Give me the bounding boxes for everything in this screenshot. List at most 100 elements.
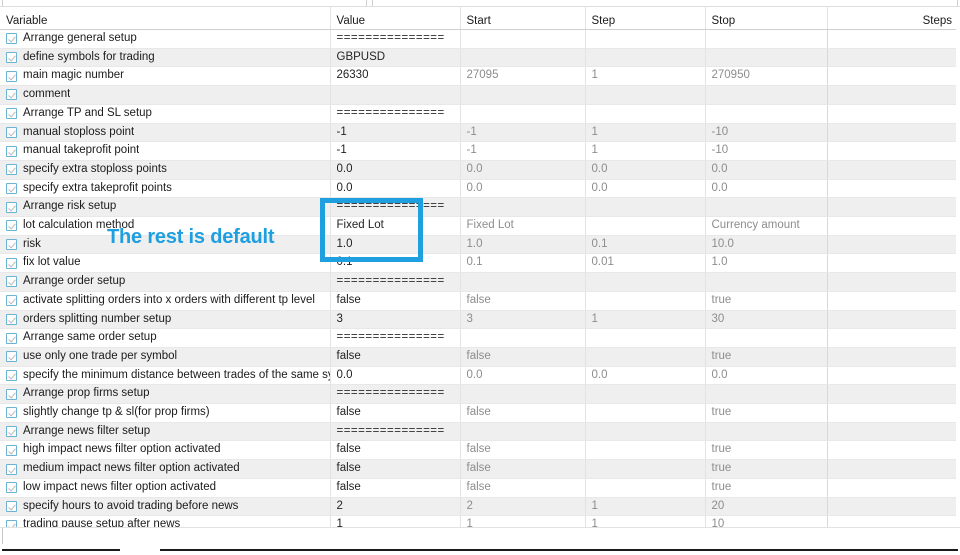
cell-steps[interactable]	[826, 29, 956, 49]
table-row[interactable]: low impact news filter option activated f…	[0, 478, 956, 498]
checkbox-icon[interactable]	[6, 426, 17, 438]
cell-value[interactable]: GBPUSD	[329, 48, 460, 68]
cell-stop[interactable]: 20	[704, 497, 827, 517]
table-row[interactable]: main magic number 26330 27095 1 270950	[0, 66, 956, 87]
parameters-grid[interactable]: Variable Value Start Step Stop Steps Arr…	[0, 7, 960, 554]
cell-start[interactable]: -1	[459, 123, 585, 143]
table-row[interactable]: Arrange same order setup ===============	[0, 328, 956, 348]
cell-variable[interactable]: fix lot value	[0, 253, 330, 274]
cell-steps[interactable]	[826, 497, 956, 517]
checkbox-icon[interactable]	[6, 407, 17, 419]
cell-stop[interactable]	[704, 85, 827, 105]
cell-steps[interactable]	[826, 478, 956, 498]
cell-value[interactable]: Fixed Lot	[329, 216, 460, 236]
cell-step[interactable]	[584, 384, 705, 405]
checkbox-icon[interactable]	[6, 89, 17, 101]
cell-step[interactable]	[584, 48, 705, 68]
table-row[interactable]: slightly change tp & sl(for prop firms) f…	[0, 403, 956, 423]
cell-variable[interactable]: use only one trade per symbol	[0, 347, 330, 367]
cell-step[interactable]: 0.1	[584, 235, 705, 255]
cell-stop[interactable]	[704, 104, 827, 124]
cell-step[interactable]	[584, 85, 705, 105]
cell-stop[interactable]: 0.0	[704, 160, 827, 180]
cell-step[interactable]: 0.01	[584, 253, 705, 274]
table-row[interactable]: lot calculation method Fixed Lot Fixed Lot…	[0, 216, 956, 236]
cell-stop[interactable]	[704, 328, 827, 348]
cell-value[interactable]: ===============	[329, 104, 460, 124]
cell-value[interactable]: ===============	[329, 29, 460, 49]
cell-start[interactable]	[459, 272, 585, 292]
cell-variable[interactable]: manual takeprofit point	[0, 141, 330, 161]
cell-steps[interactable]	[826, 291, 956, 311]
cell-variable[interactable]: Arrange general setup	[0, 29, 330, 49]
cell-variable[interactable]: slightly change tp & sl(for prop firms)	[0, 403, 330, 423]
cell-variable[interactable]: specify hours to avoid trading before ne…	[0, 497, 330, 517]
cell-value[interactable]: -1	[329, 141, 460, 161]
cell-stop[interactable]: true	[704, 347, 827, 367]
table-row[interactable]: Arrange order setup ===============	[0, 272, 956, 292]
cell-steps[interactable]	[826, 422, 956, 442]
cell-variable[interactable]: risk	[0, 235, 330, 255]
cell-value[interactable]	[329, 85, 460, 105]
checkbox-icon[interactable]	[6, 257, 17, 269]
cell-start[interactable]: 1.0	[459, 235, 585, 255]
checkbox-icon[interactable]	[6, 482, 17, 494]
cell-steps[interactable]	[826, 366, 956, 386]
cell-stop[interactable]: Currency amount	[704, 216, 827, 236]
table-row[interactable]: Arrange risk setup ===============	[0, 197, 956, 218]
cell-steps[interactable]	[826, 459, 956, 479]
cell-start[interactable]: 2	[459, 497, 585, 517]
cell-variable[interactable]: Arrange prop firms setup	[0, 384, 330, 405]
cell-value[interactable]: 0.0	[329, 366, 460, 386]
cell-variable[interactable]: orders splitting number setup	[0, 310, 330, 330]
cell-start[interactable]: false	[459, 440, 585, 461]
table-row[interactable]: medium impact news filter option activat…	[0, 459, 956, 479]
cell-start[interactable]	[459, 29, 585, 49]
cell-steps[interactable]	[826, 85, 956, 105]
table-row[interactable]: specify extra takeprofit points 0.0 0.0 0.0…	[0, 179, 956, 199]
cell-start[interactable]: false	[459, 291, 585, 311]
cell-value[interactable]: 2	[329, 497, 460, 517]
cell-step[interactable]: 1	[584, 310, 705, 330]
cell-value[interactable]: ===============	[329, 272, 460, 292]
checkbox-icon[interactable]	[6, 126, 17, 138]
cell-steps[interactable]	[826, 272, 956, 292]
cell-value[interactable]: false	[329, 459, 460, 479]
cell-stop[interactable]: -10	[704, 123, 827, 143]
checkbox-icon[interactable]	[6, 500, 17, 512]
cell-variable[interactable]: Arrange TP and SL setup	[0, 104, 330, 124]
cell-step[interactable]: 0.0	[584, 366, 705, 386]
cell-steps[interactable]	[826, 403, 956, 423]
table-row[interactable]: Arrange prop firms setup ===============	[0, 384, 956, 405]
checkbox-icon[interactable]	[6, 52, 17, 64]
cell-value[interactable]: ===============	[329, 384, 460, 405]
cell-step[interactable]: 1	[584, 497, 705, 517]
cell-value[interactable]: ===============	[329, 328, 460, 348]
cell-steps[interactable]	[826, 253, 956, 274]
cell-steps[interactable]	[826, 440, 956, 461]
cell-steps[interactable]	[826, 384, 956, 405]
cell-step[interactable]	[584, 403, 705, 423]
checkbox-icon[interactable]	[6, 276, 17, 288]
cell-variable[interactable]: medium impact news filter option activat…	[0, 459, 330, 479]
cell-steps[interactable]	[826, 160, 956, 180]
cell-stop[interactable]	[704, 197, 827, 218]
cell-steps[interactable]	[826, 235, 956, 255]
table-row[interactable]: Arrange news filter setup ===============	[0, 422, 956, 442]
cell-step[interactable]	[584, 478, 705, 498]
cell-start[interactable]	[459, 104, 585, 124]
cell-stop[interactable]: true	[704, 478, 827, 498]
cell-steps[interactable]	[826, 123, 956, 143]
checkbox-icon[interactable]	[6, 295, 17, 307]
table-row[interactable]: manual stoploss point -1 -1 1 -10	[0, 123, 956, 143]
cell-start[interactable]: 3	[459, 310, 585, 330]
cell-stop[interactable]	[704, 272, 827, 292]
cell-value[interactable]: ===============	[329, 197, 460, 218]
column-header-variable[interactable]: Variable	[0, 7, 330, 30]
checkbox-icon[interactable]	[6, 388, 17, 400]
checkbox-icon[interactable]	[6, 370, 17, 381]
column-header-value[interactable]: Value	[329, 7, 460, 30]
cell-value[interactable]: false	[329, 478, 460, 498]
cell-step[interactable]: 0.0	[584, 160, 705, 180]
cell-start[interactable]	[459, 197, 585, 218]
